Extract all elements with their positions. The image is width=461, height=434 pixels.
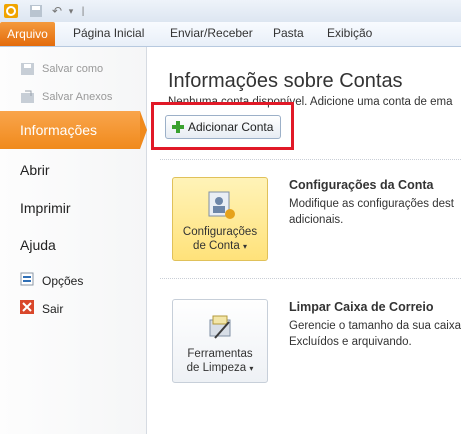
divider xyxy=(160,278,461,279)
chevron-down-icon: ▾ xyxy=(242,242,247,251)
sidebar-item-imprimir[interactable]: Imprimir xyxy=(20,200,71,216)
save-attachments-item[interactable]: Salvar Anexos xyxy=(20,90,112,104)
account-settings-heading: Configurações da Conta xyxy=(289,178,434,192)
options-label: Opções xyxy=(42,273,84,288)
undo-icon[interactable]: ↶ xyxy=(50,3,64,19)
exit-label: Sair xyxy=(42,301,64,316)
sidebar-item-abrir[interactable]: Abrir xyxy=(20,162,50,178)
dropdown-arrow-icon[interactable]: ▾ xyxy=(66,3,76,19)
sidebar-item-informacoes[interactable]: Informações xyxy=(0,111,140,149)
tab-pagina-inicial[interactable]: Página Inicial xyxy=(73,26,144,40)
account-settings-button[interactable]: Configurações de Conta ▾ xyxy=(172,177,268,261)
outlook-logo-icon xyxy=(2,3,20,19)
save-as-item[interactable]: Salvar como xyxy=(20,62,103,76)
page-title: Informações sobre Contas xyxy=(168,70,403,92)
sidebar-item-sair[interactable]: Sair xyxy=(20,300,63,317)
sidebar-item-informacoes-label: Informações xyxy=(20,122,98,138)
exit-icon xyxy=(20,300,34,317)
account-settings-label-line1: Configurações xyxy=(182,226,258,238)
sidebar-item-ajuda[interactable]: Ajuda xyxy=(20,237,56,253)
customize-quick-access-icon[interactable]: | xyxy=(78,3,88,19)
cleanup-desc-line2: Excluídos e arquivando. xyxy=(289,336,412,348)
account-settings-desc-line1: Modifique as configurações dest xyxy=(289,198,454,210)
account-settings-desc-line2: adicionais. xyxy=(289,214,344,226)
save-icon[interactable] xyxy=(28,3,44,19)
divider xyxy=(160,159,461,160)
account-settings-label-line2: de Conta ▾ xyxy=(193,240,247,252)
ribbon-tabs: Arquivo Página Inicial Enviar/Receber Pa… xyxy=(0,22,461,47)
active-pointer-arrow xyxy=(140,111,147,149)
highlight-annotation-box xyxy=(151,102,294,150)
cleanup-tools-label-line1: Ferramentas xyxy=(187,348,253,360)
cleanup-tools-label-line2: de Limpeza ▾ xyxy=(186,362,254,374)
save-as-label: Salvar como xyxy=(42,63,104,75)
tab-arquivo[interactable]: Arquivo xyxy=(0,22,55,46)
cleanup-heading: Limpar Caixa de Correio xyxy=(289,300,434,314)
save-attachments-icon xyxy=(20,90,36,104)
account-settings-icon xyxy=(207,190,235,220)
cleanup-tools-icon xyxy=(207,312,235,342)
options-icon xyxy=(20,272,34,289)
save-as-icon xyxy=(20,62,36,76)
chevron-down-icon: ▾ xyxy=(249,364,254,373)
tab-pasta[interactable]: Pasta xyxy=(273,26,304,40)
cleanup-tools-button[interactable]: Ferramentas de Limpeza ▾ xyxy=(172,299,268,383)
sidebar-item-opcoes[interactable]: Opções xyxy=(20,272,83,289)
save-attachments-label: Salvar Anexos xyxy=(42,91,113,103)
cleanup-desc-line1: Gerencie o tamanho da sua caixa xyxy=(289,320,461,332)
tab-exibicao[interactable]: Exibição xyxy=(327,26,372,40)
title-bar: ↶ ▾ | xyxy=(0,0,461,23)
tab-enviar-receber[interactable]: Enviar/Receber xyxy=(170,26,253,40)
